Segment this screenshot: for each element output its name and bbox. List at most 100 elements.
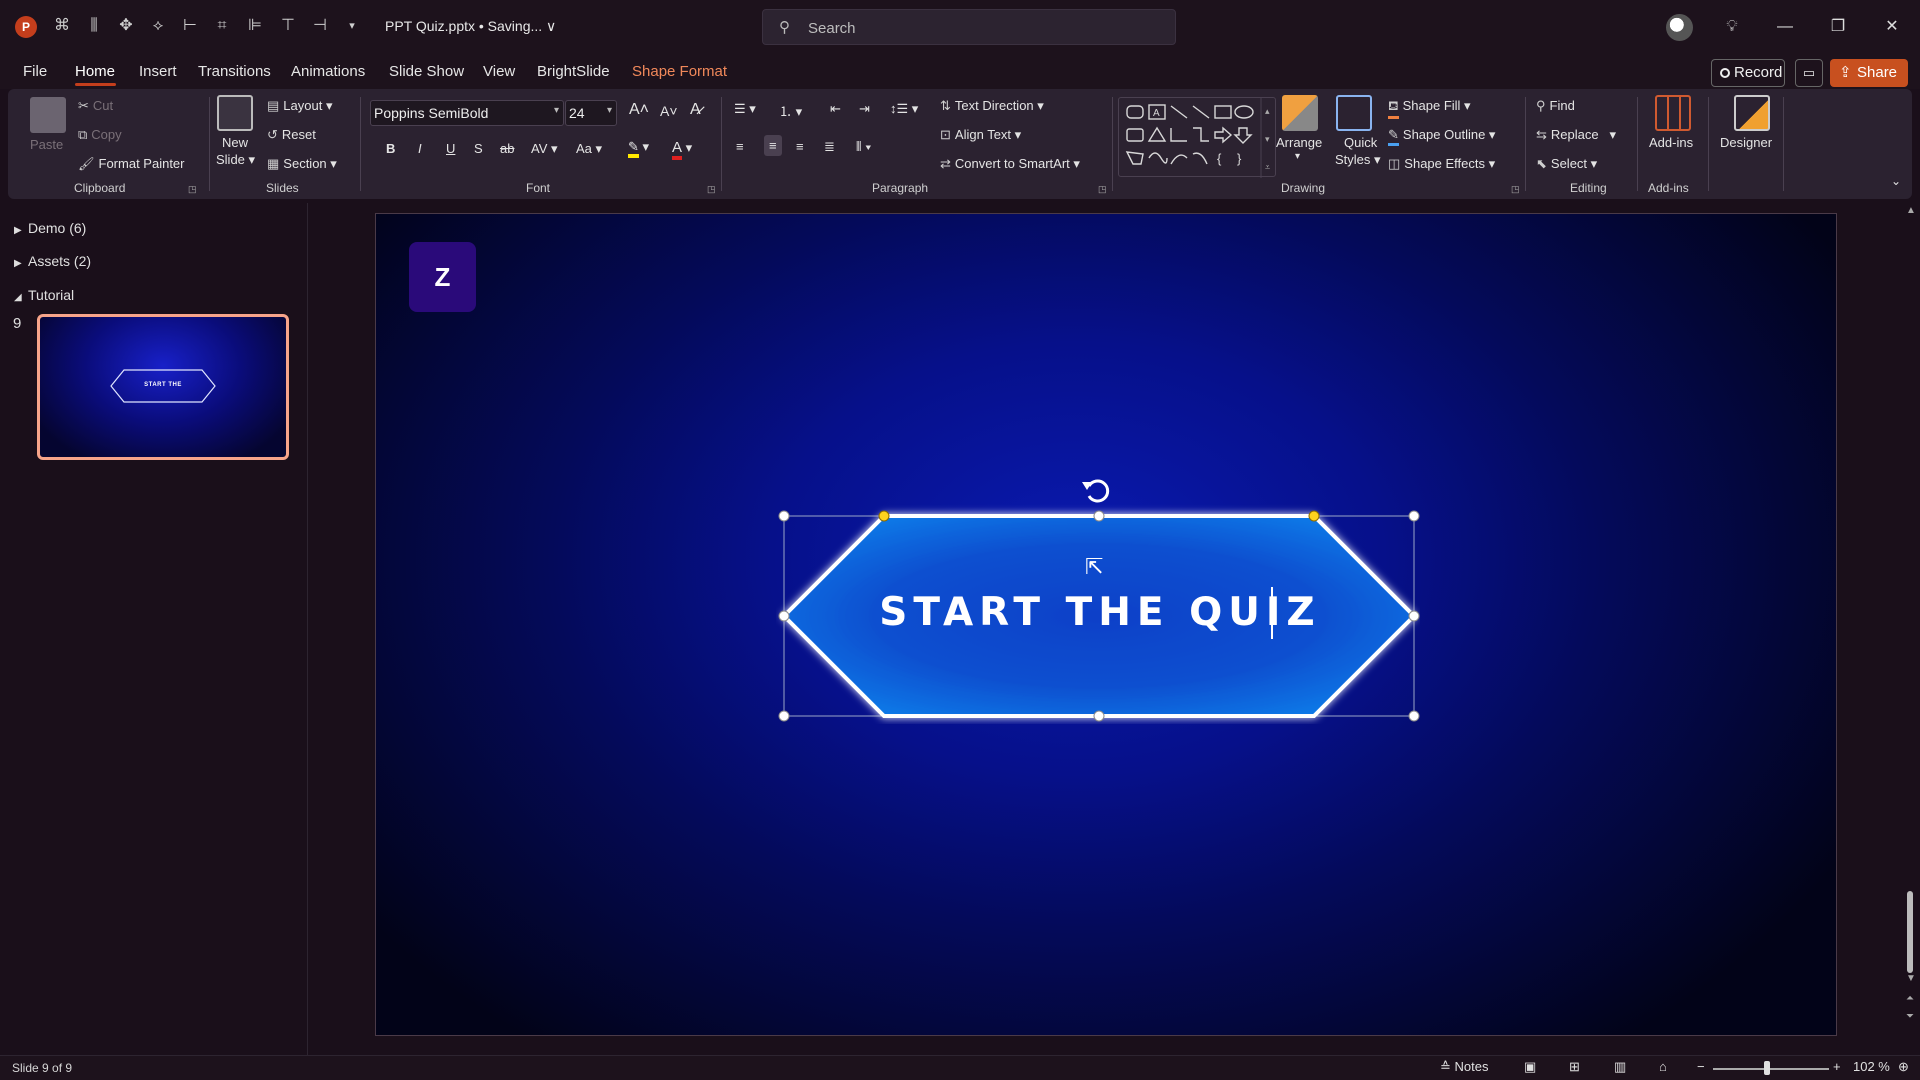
section-assets[interactable]: ▶ Assets (2) bbox=[14, 253, 91, 269]
align-top-icon[interactable]: ⊤ bbox=[276, 14, 300, 38]
font-family-select[interactable]: Poppins SemiBold ▾ bbox=[370, 100, 564, 126]
change-case-button[interactable]: Aa ▾ bbox=[576, 141, 602, 157]
shape-fill-button[interactable]: ⛾ Shape Fill ▾ bbox=[1388, 98, 1471, 119]
rotate-handle-icon[interactable] bbox=[1082, 479, 1110, 503]
paste-button[interactable]: Paste bbox=[30, 137, 63, 152]
restore-icon[interactable]: ❐ bbox=[1823, 12, 1853, 42]
font-color-button[interactable]: A ▾ bbox=[672, 139, 692, 160]
quick-styles-dropdown[interactable]: Styles ▾ bbox=[1335, 152, 1381, 168]
record-button[interactable]: Record bbox=[1711, 59, 1785, 87]
reset-button[interactable]: ↺ Reset bbox=[267, 127, 316, 143]
shapes-gallery[interactable]: A { } ▴ ▾ ⩡ bbox=[1118, 97, 1276, 178]
previous-slide-icon[interactable]: ⏶ bbox=[1906, 993, 1914, 1004]
align-left-text-icon[interactable]: ≡ bbox=[736, 139, 744, 154]
highlight-button[interactable]: ✎ ▾ bbox=[628, 139, 649, 158]
scrollbar-thumb[interactable] bbox=[1907, 891, 1913, 973]
arrange-chevron-icon[interactable]: ▾ bbox=[1295, 151, 1300, 162]
comments-button[interactable]: ▭ bbox=[1795, 59, 1823, 87]
numbering-button[interactable]: ⒈ ▾ bbox=[779, 101, 802, 120]
collapse-ribbon-icon[interactable]: ⌄ bbox=[1891, 174, 1901, 188]
slide-sorter-icon[interactable]: ⊞ bbox=[1569, 1059, 1580, 1075]
search-input[interactable]: ⚲ Search bbox=[762, 9, 1176, 45]
increase-indent-icon[interactable]: ⇥ bbox=[859, 101, 870, 117]
tab-shape-format[interactable]: Shape Format bbox=[632, 63, 727, 80]
notes-button[interactable]: ≙ Notes bbox=[1440, 1059, 1489, 1075]
quick-styles-button[interactable]: Quick bbox=[1344, 135, 1377, 150]
distribute-icon[interactable]: ✥ bbox=[114, 14, 138, 38]
font-launcher-icon[interactable]: ◳ bbox=[707, 184, 716, 195]
text-direction-button[interactable]: ⇅ Text Direction ▾ bbox=[940, 98, 1044, 114]
shape-icon[interactable]: ⟡ bbox=[146, 14, 170, 38]
align-right-icon[interactable]: ⊣ bbox=[308, 14, 332, 38]
designer-button[interactable]: Designer bbox=[1720, 135, 1772, 150]
align-left-icon[interactable]: ⊫ bbox=[243, 14, 267, 38]
tab-transitions[interactable]: Transitions bbox=[198, 63, 271, 80]
align-text-button[interactable]: ⊡ Align Text ▾ bbox=[940, 127, 1021, 143]
close-icon[interactable]: ✕ bbox=[1877, 12, 1907, 42]
shrink-font-button[interactable]: A˅ bbox=[660, 103, 678, 119]
format-icon[interactable]: ⊢ bbox=[178, 14, 202, 38]
zoom-slider-knob[interactable] bbox=[1764, 1061, 1770, 1075]
tab-slide-show[interactable]: Slide Show bbox=[389, 63, 464, 80]
convert-smartart-button[interactable]: ⇄ Convert to SmartArt ▾ bbox=[940, 156, 1080, 172]
format-painter-button[interactable]: 🖌︎ Format Painter bbox=[78, 156, 185, 172]
new-slide-dropdown[interactable]: Slide ▾ bbox=[216, 152, 255, 168]
font-size-select[interactable]: 24 ▾ bbox=[565, 100, 617, 126]
zoom-out-icon[interactable]: − bbox=[1697, 1059, 1705, 1074]
strikethrough-button[interactable]: ab bbox=[500, 141, 514, 156]
layout-button[interactable]: ▤ Layout ▾ bbox=[267, 98, 332, 114]
shape-outline-button[interactable]: ✎ Shape Outline ▾ bbox=[1388, 127, 1495, 146]
underline-button[interactable]: U bbox=[446, 141, 455, 156]
autosave-icon[interactable]: ⌘ bbox=[50, 14, 74, 38]
decrease-indent-icon[interactable]: ⇤ bbox=[830, 101, 841, 117]
fit-slide-icon[interactable]: ⊕ bbox=[1898, 1059, 1909, 1075]
tab-brightslide[interactable]: BrightSlide bbox=[537, 63, 610, 80]
drawing-launcher-icon[interactable]: ◳ bbox=[1511, 184, 1520, 195]
tab-view[interactable]: View bbox=[483, 63, 515, 80]
zoom-level[interactable]: 102 % bbox=[1853, 1059, 1890, 1074]
minimize-icon[interactable]: — bbox=[1770, 12, 1800, 42]
justify-text-icon[interactable]: ≣ bbox=[824, 139, 835, 155]
italic-button[interactable]: I bbox=[418, 141, 422, 156]
align-right-text-icon[interactable]: ≡ bbox=[796, 139, 804, 154]
next-slide-icon[interactable]: ⏷ bbox=[1906, 1011, 1914, 1022]
lightbulb-icon[interactable]: 💡︎ bbox=[1717, 12, 1747, 42]
find-button[interactable]: ⚲ Find bbox=[1536, 98, 1575, 114]
avatar[interactable] bbox=[1666, 14, 1693, 41]
customize-qat-icon[interactable]: ▾ bbox=[340, 14, 364, 38]
line-spacing-button[interactable]: ↕☰ ▾ bbox=[890, 101, 918, 117]
align-icon[interactable]: ⫼ bbox=[82, 14, 106, 38]
shape-effects-button[interactable]: ◫ Shape Effects ▾ bbox=[1388, 156, 1495, 172]
section-tutorial[interactable]: ◢ Tutorial bbox=[14, 287, 74, 303]
cut-button[interactable]: ✂ Cut bbox=[78, 98, 113, 114]
tab-animations[interactable]: Animations bbox=[291, 63, 365, 80]
reading-view-icon[interactable]: ▥ bbox=[1614, 1059, 1626, 1075]
bold-button[interactable]: B bbox=[386, 141, 395, 156]
vertical-scrollbar[interactable]: ▲ ▼ ⏶ ⏷ bbox=[1902, 203, 1920, 1055]
add-ins-button[interactable]: Add-ins bbox=[1649, 135, 1693, 150]
slide-thumbnail[interactable]: START THE bbox=[37, 314, 289, 460]
select-button[interactable]: ⬉ Select ▾ bbox=[1536, 156, 1597, 172]
normal-view-icon[interactable]: ▣ bbox=[1524, 1059, 1536, 1075]
clear-format-icon[interactable]: A̷ bbox=[690, 101, 701, 119]
slideshow-icon[interactable]: ⌂ bbox=[1659, 1059, 1667, 1074]
copy-button[interactable]: ⧉ Copy bbox=[78, 127, 122, 143]
grow-font-button[interactable]: A˄ bbox=[629, 101, 649, 119]
new-slide-button[interactable]: New bbox=[222, 135, 248, 150]
tab-file[interactable]: File bbox=[23, 63, 47, 80]
z-logo[interactable]: Z bbox=[409, 242, 476, 312]
tab-home[interactable]: Home bbox=[75, 63, 115, 80]
share-button[interactable]: ⇪ Share bbox=[1830, 59, 1908, 87]
scroll-down-icon[interactable]: ▼ bbox=[1906, 973, 1916, 984]
tab-insert[interactable]: Insert bbox=[139, 63, 177, 80]
arrange-button[interactable]: Arrange bbox=[1276, 135, 1322, 150]
crop-icon[interactable]: ⌗ bbox=[210, 14, 234, 38]
align-center-text-icon[interactable]: ≡ bbox=[764, 135, 782, 156]
character-spacing-button[interactable]: AV ▾ bbox=[531, 141, 558, 157]
shadow-button[interactable]: S bbox=[474, 141, 483, 156]
section-demo[interactable]: ▶ Demo (6) bbox=[14, 220, 86, 236]
start-quiz-text[interactable]: START THE QUIZ bbox=[790, 590, 1410, 635]
paragraph-launcher-icon[interactable]: ◳ bbox=[1098, 184, 1107, 195]
zoom-in-icon[interactable]: + bbox=[1833, 1059, 1841, 1074]
replace-button[interactable]: ⇆ Replace ▾ bbox=[1536, 127, 1616, 143]
